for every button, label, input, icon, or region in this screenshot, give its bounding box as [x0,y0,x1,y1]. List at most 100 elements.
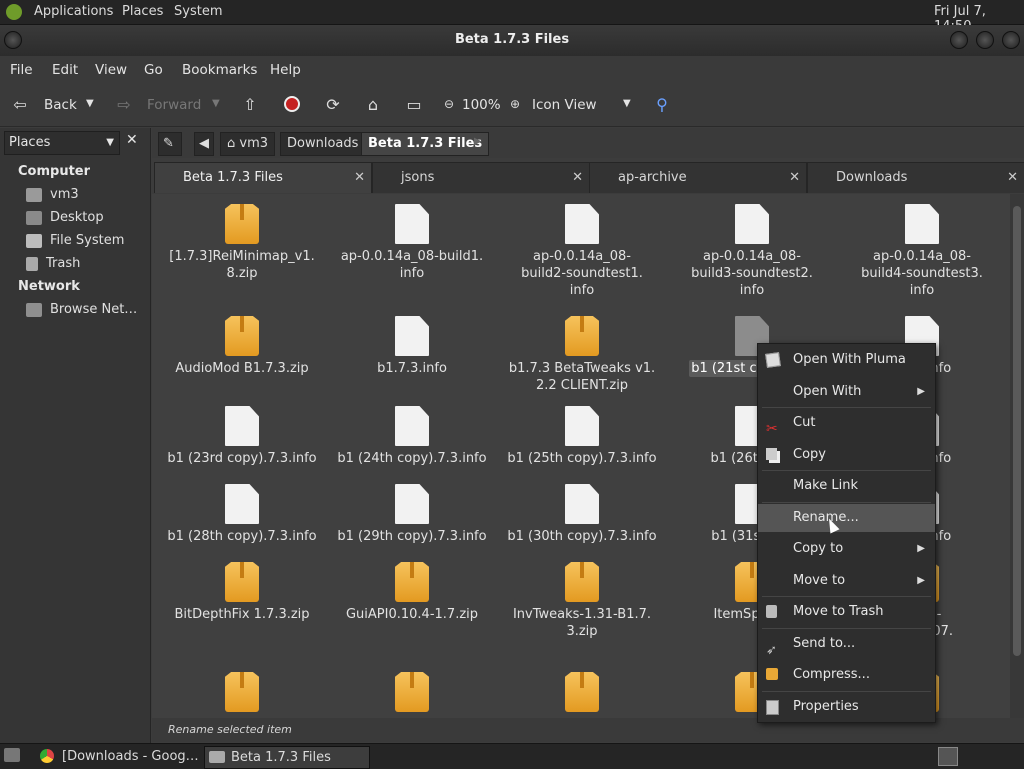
back-dropdown-icon[interactable]: ▼ [86,98,94,109]
places-menu[interactable]: Places [122,4,163,19]
tab-downloads[interactable]: Downloads ✕ [807,162,1024,193]
back-arrow-icon[interactable]: ⇦ [10,94,30,114]
context-item-copy[interactable]: Copy [758,441,935,469]
file-item[interactable] [497,672,667,716]
system-menu[interactable]: System [174,4,222,19]
show-desktop-icon[interactable] [4,748,20,762]
close-tab-icon[interactable]: ✕ [789,163,800,193]
context-item-properties[interactable]: Properties [758,693,935,721]
menu-go[interactable]: Go [144,62,163,78]
file-item[interactable]: b1 (25th copy).7.3.info [497,406,667,467]
search-icon[interactable]: ⚲ [652,94,672,114]
context-item-open-with-pluma[interactable]: Open With Pluma [758,346,935,374]
view-mode-select[interactable]: Icon View [532,97,597,113]
file-item[interactable]: BitDepthFix 1.7.3.zip [157,562,327,623]
path-forward-arrow-icon[interactable]: ▶ [474,136,482,147]
view-mode-dropdown-icon[interactable]: ▼ [623,98,631,109]
sidebar-item-browse-network[interactable]: Browse Net… [26,302,137,317]
file-item[interactable]: b1.7.3 BetaTweaks v1. 2.2 CLIENT.zip [497,316,667,394]
menu-file[interactable]: File [10,62,33,78]
context-item-label: Copy [793,446,826,462]
close-button[interactable] [1002,31,1020,49]
menu-bookmarks[interactable]: Bookmarks [182,62,257,78]
close-tab-icon[interactable]: ✕ [572,163,583,193]
stop-icon[interactable] [282,94,302,114]
sidebar-item-vm3[interactable]: vm3 [26,187,79,202]
zoom-in-icon[interactable]: ⊕ [505,94,525,114]
file-item[interactable]: b1 (28th copy).7.3.info [157,484,327,545]
title-bar[interactable]: Beta 1.7.3 Files [0,25,1024,56]
file-item[interactable]: ap-0.0.14a_08-build1. info [327,204,497,282]
forward-dropdown-icon[interactable]: ▼ [212,98,220,109]
tab-beta-files[interactable]: Beta 1.7.3 Files ✕ [154,162,372,193]
context-item-compress[interactable]: Compress... [758,661,935,689]
file-item[interactable] [157,672,327,716]
close-sidebar-icon[interactable]: ✕ [126,132,138,148]
file-item[interactable]: b1.7.3.info [327,316,497,377]
file-item[interactable]: ap-0.0.14a_08- build4-soundtest3. info [837,204,1007,299]
context-item-open-with[interactable]: Open With ▶ [758,378,935,406]
context-item-label: Copy to [793,541,844,556]
context-item-label: Make Link [793,478,858,493]
close-tab-icon[interactable]: ✕ [354,163,365,193]
file-item[interactable]: GuiAPI0.10.4-1.7.zip [327,562,497,623]
archive-icon [395,562,429,602]
menu-view[interactable]: View [95,62,127,78]
context-item-copy-to[interactable]: Copy to ▶ [758,535,935,563]
file-item[interactable]: ap-0.0.14a_08- build2-soundtest1. info [497,204,667,299]
sidebar-item-label: Desktop [50,210,104,225]
minimize-button[interactable] [950,31,968,49]
applications-menu[interactable]: Applications [34,4,113,19]
mate-logo-icon[interactable] [6,4,22,20]
file-item[interactable]: ap-0.0.14a_08- build3-soundtest2. info [667,204,837,299]
edit-location-icon[interactable]: ✎ [158,132,182,156]
file-item[interactable]: b1 (24th copy).7.3.info [327,406,497,467]
back-button[interactable]: Back [44,97,77,113]
file-item[interactable]: InvTweaks-1.31-B1.7. 3.zip [497,562,667,640]
maximize-button[interactable] [976,31,994,49]
file-item[interactable]: AudioMod B1.7.3.zip [157,316,327,377]
tab-jsons[interactable]: jsons ✕ [372,162,590,193]
taskbar-item-files[interactable]: Beta 1.7.3 Files [204,746,370,769]
context-item-cut[interactable]: ✂ Cut [758,409,935,437]
context-item-move-to[interactable]: Move to ▶ [758,567,935,595]
context-item-send-to[interactable]: ➶ Send to... [758,630,935,658]
crumb-current[interactable]: Beta 1.7.3 Files [361,132,490,156]
file-item[interactable]: b1 (30th copy).7.3.info [497,484,667,545]
scrollbar-thumb[interactable] [1013,206,1021,656]
tab-ap-archive[interactable]: ap-archive ✕ [589,162,807,193]
file-item[interactable]: b1 (29th copy).7.3.info [327,484,497,545]
sidebar-item-file-system[interactable]: File System [26,233,124,248]
archive-icon [565,672,599,712]
workspace-switcher-icon[interactable] [938,747,958,766]
reload-icon[interactable]: ⟳ [323,94,343,114]
sidebar-item-trash[interactable]: Trash [26,256,80,271]
zoom-out-icon[interactable]: ⊖ [439,94,459,114]
context-item-rename[interactable]: Rename... [758,503,935,532]
file-item[interactable]: [1.7.3]ReiMinimap_v1. 8.zip [157,204,327,282]
vertical-scrollbar[interactable] [1010,194,1024,718]
menu-help[interactable]: Help [270,62,301,78]
home-folder-icon [26,187,42,202]
sidebar-item-label: File System [50,233,125,248]
forward-button[interactable]: Forward [147,97,201,113]
menu-edit[interactable]: Edit [52,62,78,78]
crumb-downloads[interactable]: Downloads [280,132,366,156]
context-item-make-link[interactable]: Make Link [758,472,935,500]
forward-arrow-icon[interactable]: ⇨ [114,94,134,114]
path-back-arrow-icon[interactable]: ◀ [194,132,214,156]
sidebar-type-select[interactable]: Places ▼ [4,131,120,155]
close-tab-icon[interactable]: ✕ [1007,163,1018,193]
crumb-vm3[interactable]: ⌂ vm3 [220,132,276,156]
computer-icon[interactable]: ▭ [404,94,424,114]
pluma-icon [765,352,781,368]
tab-bar: Beta 1.7.3 Files ✕ jsons ✕ ap-archive ✕ … [152,160,1024,194]
sidebar-item-desktop[interactable]: Desktop [26,210,104,225]
file-item[interactable]: b1 (23rd copy).7.3.info [157,406,327,467]
up-arrow-icon[interactable]: ⇧ [240,94,260,114]
home-icon[interactable]: ⌂ [363,94,383,114]
file-label: b1.7.3.info [377,361,447,376]
context-item-move-to-trash[interactable]: Move to Trash [758,598,935,626]
taskbar-item-chrome[interactable]: [Downloads - Goog… [36,746,200,767]
file-item[interactable] [327,672,497,716]
